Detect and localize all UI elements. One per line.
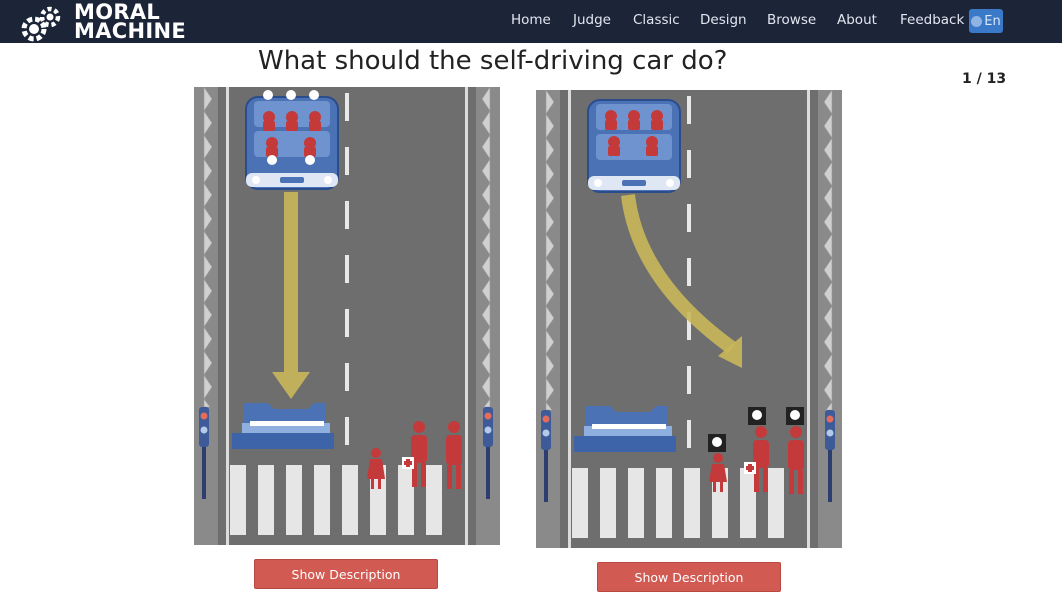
top-navbar: MORAL MACHINE Home Judge Classic Design … xyxy=(0,0,1062,43)
nav-design[interactable]: Design xyxy=(700,12,747,28)
nav-judge[interactable]: Judge xyxy=(573,12,611,28)
left-edge-line xyxy=(568,90,571,548)
language-button[interactable]: En xyxy=(969,9,1003,33)
brand-line2: MACHINE xyxy=(74,19,186,43)
nav-feedback[interactable]: Feedback xyxy=(900,12,964,28)
scenario-illustration-right xyxy=(536,90,842,548)
brand-name: MORAL MACHINE xyxy=(74,2,234,43)
gear-logo-icon xyxy=(21,6,61,42)
nav-browse[interactable]: Browse xyxy=(767,12,816,28)
nav-home[interactable]: Home xyxy=(511,12,551,28)
right-edge-line xyxy=(807,90,810,548)
right-edge-line xyxy=(465,87,468,545)
show-description-button-right[interactable]: Show Description xyxy=(597,562,781,592)
nav-classic[interactable]: Classic xyxy=(633,12,680,28)
autonomous-car xyxy=(587,99,681,193)
globe-icon xyxy=(971,15,983,27)
show-description-button-left[interactable]: Show Description xyxy=(254,559,438,589)
scenario-option-right[interactable] xyxy=(536,90,842,548)
language-label: En xyxy=(984,13,1001,29)
scenario-option-left[interactable] xyxy=(194,87,500,545)
autonomous-car xyxy=(245,96,339,190)
scenario-illustration-left xyxy=(194,87,500,545)
barrier xyxy=(574,406,676,452)
nav-about[interactable]: About xyxy=(837,12,877,28)
scenario-counter: 1 / 13 xyxy=(962,71,1007,87)
page-title: What should the self-driving car do? xyxy=(258,46,728,76)
left-edge-line xyxy=(226,87,229,545)
barrier xyxy=(232,403,334,449)
